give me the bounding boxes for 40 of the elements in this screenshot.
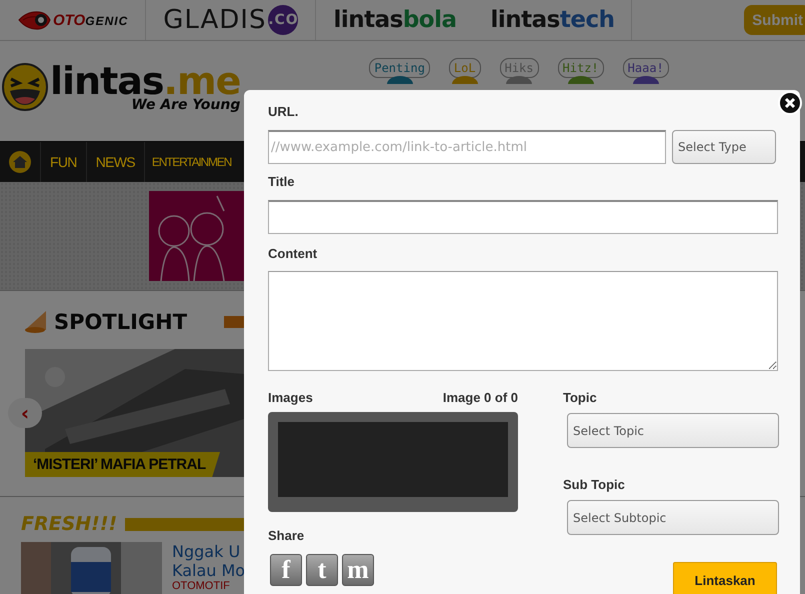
section-title: FRESH!!! <box>21 513 118 535</box>
topic-select[interactable]: Select Topic <box>567 413 779 448</box>
laughing-face-icon <box>2 63 48 111</box>
article-title[interactable]: Kalau Mo <box>172 561 246 580</box>
site-logo[interactable]: lintasbola <box>333 7 456 33</box>
submit-button[interactable]: Lintaskan <box>673 562 777 594</box>
field-label: Sub Topic <box>563 477 626 493</box>
flame-icon <box>17 9 51 31</box>
article-title[interactable]: Nggak U <box>172 542 246 561</box>
mood-label[interactable]: Haaa! <box>622 58 669 78</box>
share-button[interactable]: m <box>342 554 374 586</box>
site-logo[interactable]: lintastech <box>490 7 614 33</box>
field-label: Images <box>268 390 313 406</box>
category-label[interactable]: OTOMOTIF <box>172 580 246 592</box>
share-button[interactable]: t <box>306 554 338 586</box>
field-label: Title <box>268 174 296 190</box>
field-label: Content <box>268 246 318 262</box>
content-textarea[interactable] <box>268 271 778 371</box>
url-input[interactable]: //www.example.com/link-to-article.html <box>268 130 666 164</box>
type-select[interactable]: Select Type <box>672 130 776 164</box>
subtopic-select[interactable]: Select Subtopic <box>567 500 779 535</box>
site-logo[interactable]: OTOGENIC <box>53 12 128 28</box>
field-label: Topic <box>563 390 598 406</box>
image-counter: Image 0 of 0 <box>442 390 518 406</box>
field-label: Share <box>268 528 306 544</box>
home-icon[interactable] <box>9 151 31 173</box>
previous-button[interactable]: ‹ <box>8 398 42 428</box>
mood-label[interactable]: Hitz! <box>558 58 604 78</box>
title-input[interactable] <box>268 200 778 234</box>
tagline: We Are Young <box>131 97 240 113</box>
field-label: URL. <box>268 104 300 120</box>
mood-label[interactable]: Penting <box>369 58 430 78</box>
slide-caption[interactable]: ‘MISTERI’ MAFIA PETRAL <box>25 452 220 477</box>
close-button[interactable] <box>778 91 802 115</box>
heading-stripe <box>224 316 244 328</box>
mood-face-icon[interactable] <box>452 76 478 84</box>
share-button[interactable]: f <box>270 554 302 586</box>
spotlight-icon <box>24 310 48 334</box>
nav-link[interactable]: ENTERTAINMEN <box>144 142 232 182</box>
section-title: SPOTLIGHT <box>54 310 188 334</box>
